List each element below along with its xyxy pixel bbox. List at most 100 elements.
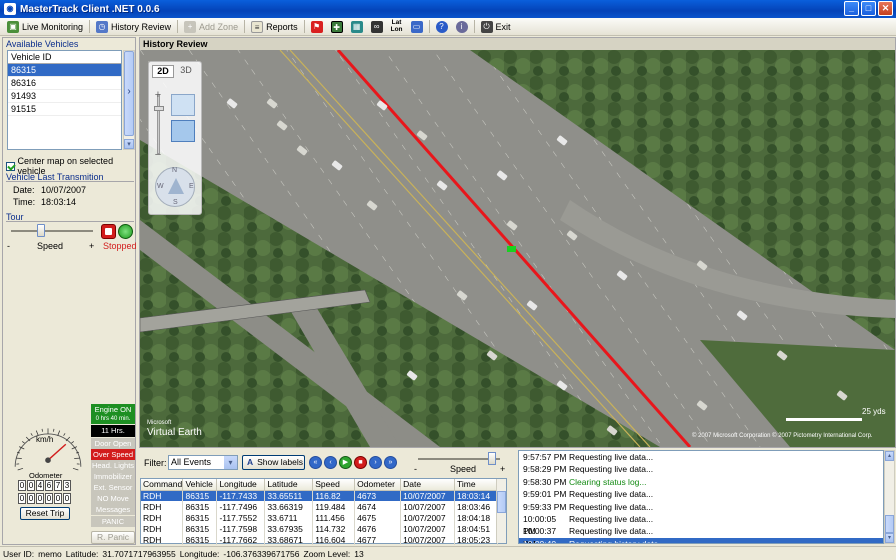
scroll-right-icon[interactable]: ›: [124, 87, 134, 97]
first-icon[interactable]: «: [309, 456, 322, 469]
history-table[interactable]: Command Vehicle Longitude Latitude Speed Odom…: [140, 478, 507, 545]
center-map-checkbox[interactable]: [6, 161, 15, 171]
prev-icon[interactable]: ‹: [324, 456, 337, 469]
list-item[interactable]: 86316: [8, 77, 121, 90]
vehicle-list[interactable]: Vehicle ID 86315 86316 91493 91515: [7, 50, 122, 150]
table-row[interactable]: RDH 86315 -117.7662 33.68671 116.604 4677 10/0…: [141, 534, 498, 545]
column-header[interactable]: Date: [400, 479, 455, 491]
table-cell: 4674: [354, 501, 402, 512]
compass-s[interactable]: S: [173, 199, 178, 206]
aerial-map[interactable]: [140, 50, 895, 447]
scroll-down-icon[interactable]: ▾: [124, 139, 134, 149]
zoom-slider-handle[interactable]: [154, 106, 164, 111]
chevron-down-icon[interactable]: ▾: [224, 456, 237, 469]
monitor-icon: ▭: [410, 20, 423, 33]
column-header[interactable]: Time: [454, 479, 498, 491]
scroll-down-icon[interactable]: ▾: [885, 533, 894, 543]
log-entry[interactable]: 9:59:01 PM Requesting live data...: [519, 488, 883, 500]
live-monitoring-button[interactable]: ▣ Live Monitoring: [3, 19, 87, 35]
compass-n[interactable]: N: [172, 167, 177, 174]
help-icon: ?: [435, 20, 448, 33]
aerial-view-icon[interactable]: [171, 120, 195, 142]
exit-button[interactable]: ⏻ Exit: [477, 19, 515, 35]
log-entry[interactable]: 9:57:57 PM Requesting live data...: [519, 451, 883, 463]
show-labels-button[interactable]: A Show labels: [242, 455, 305, 470]
screen-button[interactable]: ▭: [407, 19, 427, 35]
latlon-button[interactable]: Lat Lon: [387, 19, 407, 35]
column-header[interactable]: Odometer: [354, 479, 402, 491]
vehicle-list-scrollbar[interactable]: › ▾: [123, 50, 135, 150]
compass-control[interactable]: N W E S: [155, 167, 195, 207]
odometer-digit: 0: [54, 493, 62, 504]
reset-trip-button[interactable]: Reset Trip: [20, 507, 70, 520]
column-header[interactable]: Command: [141, 479, 184, 491]
playback-speed-handle[interactable]: [488, 452, 496, 465]
scroll-thumb[interactable]: [497, 491, 506, 513]
log-entry[interactable]: 9:58:29 PM Requesting live data...: [519, 463, 883, 475]
map-copyright: © 2007 Microsoft Corporation © 2007 Pict…: [692, 433, 873, 439]
mode-2d-button[interactable]: 2D: [152, 65, 174, 78]
column-header[interactable]: Vehicle: [182, 479, 218, 491]
log-entry[interactable]: 10:00:40 PM Requesting history data ...: [519, 537, 883, 543]
engine-on-indicator: Engine ON: [91, 404, 135, 415]
map-tools-button[interactable]: ✚: [327, 19, 347, 35]
table-row[interactable]: RDH 86315 -117.7433 33.65511 116.82 4673 10/07…: [141, 490, 498, 501]
vehicle-list-header[interactable]: Vehicle ID: [8, 51, 121, 64]
flag-icon: ⚑: [310, 20, 323, 33]
tour-speed-track[interactable]: [11, 230, 93, 232]
help-button[interactable]: ?: [432, 19, 452, 35]
table-cell: RDH: [141, 512, 184, 523]
flag-button[interactable]: ⚑: [307, 19, 327, 35]
table-row[interactable]: RDH 86315 -117.7552 33.6711 111.456 4675 10/07…: [141, 512, 498, 523]
mode-3d-button[interactable]: 3D: [175, 65, 197, 78]
log-entry[interactable]: 10:00:37 PM Requesting live data...: [519, 525, 883, 543]
reports-button[interactable]: ≡ Reports: [247, 19, 302, 35]
speed-needle: [47, 443, 67, 461]
find-button[interactable]: ∞: [367, 19, 387, 35]
column-header[interactable]: Speed: [312, 479, 356, 491]
scroll-up-icon[interactable]: ▴: [885, 451, 894, 461]
filter-select[interactable]: All Events ▾: [168, 455, 238, 470]
play-icon[interactable]: ▶: [339, 456, 352, 469]
zoom-slider-track[interactable]: [157, 94, 160, 154]
history-review-button[interactable]: ◷ History Review: [92, 19, 175, 35]
road-view-icon[interactable]: [171, 94, 195, 116]
stop-button[interactable]: [101, 224, 116, 239]
log-message: Requesting live data...: [569, 464, 654, 475]
list-item[interactable]: 86315: [8, 64, 121, 77]
log-scrollbar[interactable]: ▴ ▾: [884, 450, 895, 544]
globe-icon: ◉: [4, 3, 16, 15]
scroll-thumb[interactable]: [885, 515, 894, 533]
list-item[interactable]: 91493: [8, 90, 121, 103]
maximize-button[interactable]: □: [861, 1, 876, 16]
column-header[interactable]: Latitude: [264, 479, 314, 491]
table-scrollbar[interactable]: [496, 479, 506, 543]
next-icon[interactable]: ›: [369, 456, 382, 469]
r-panic-button[interactable]: R. Panic: [91, 531, 135, 544]
compass-w[interactable]: W: [157, 183, 164, 190]
table-cell: 10/07/2007: [400, 534, 455, 545]
list-item[interactable]: 91515: [8, 103, 121, 116]
status-log[interactable]: 9:57:57 PM Requesting live data... 9:58:29…: [518, 450, 884, 544]
table-row[interactable]: RDH 86315 -117.7598 33.67935 114.732 4676 10/0…: [141, 523, 498, 534]
log-entry[interactable]: 9:58:30 PM Clearing status log...: [519, 476, 883, 488]
log-message: Requesting live data...: [569, 526, 654, 537]
map-panel[interactable]: History Review 2D 3D + − N W E S Microso…: [139, 37, 896, 448]
last-icon[interactable]: »: [384, 456, 397, 469]
add-zone-button[interactable]: + Add Zone: [180, 19, 242, 35]
minimize-button[interactable]: _: [844, 1, 859, 16]
column-header[interactable]: Longitude: [216, 479, 266, 491]
play-button[interactable]: [118, 224, 133, 239]
stop-icon[interactable]: ■: [354, 456, 367, 469]
table-row[interactable]: RDH 86315 -117.7496 33.66319 119.484 4674 10/0…: [141, 501, 498, 512]
tour-speed-handle[interactable]: [37, 224, 45, 237]
truck-icon: ▣: [7, 20, 19, 33]
map-layer-button[interactable]: ▦: [347, 19, 367, 35]
log-entry[interactable]: 9:59:33 PM Requesting live data...: [519, 501, 883, 513]
log-entry[interactable]: 10:00:05 PM Requesting live data...: [519, 513, 883, 536]
close-button[interactable]: ✕: [878, 1, 893, 16]
compass-e[interactable]: E: [189, 183, 194, 190]
about-button[interactable]: i: [452, 19, 472, 35]
zoom-out-icon[interactable]: −: [152, 150, 164, 162]
zoom-in-icon[interactable]: +: [152, 90, 164, 102]
